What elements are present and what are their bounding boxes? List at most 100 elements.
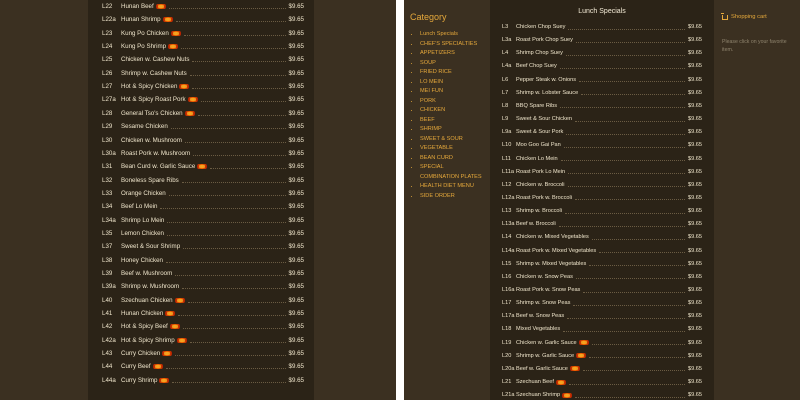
item-price: $9.65 xyxy=(688,352,702,359)
menu-item-row[interactable]: L41 Hunan Chicken $9.65 xyxy=(102,307,304,320)
item-name: Boneless Spare Ribs xyxy=(121,176,179,184)
menu-item-row[interactable]: L3 Chicken Chop Suey $9.65 xyxy=(502,21,702,34)
menu-item-row[interactable]: L39a Shrimp w. Mushroom $9.65 xyxy=(102,280,304,293)
item-price: $9.65 xyxy=(688,234,702,241)
menu-item-row[interactable]: L11 Chicken Lo Mein $9.65 xyxy=(502,152,702,165)
hot-spicy-icon xyxy=(165,311,176,317)
menu-item-row[interactable]: L27 Hot & Spicy Chicken $9.65 xyxy=(102,80,304,93)
category-link[interactable]: SOUP xyxy=(420,59,484,69)
menu-item-row[interactable]: L35 Lemon Chicken $9.65 xyxy=(102,227,304,240)
menu-item-row[interactable]: L30a Roast Pork w. Mushroom $9.65 xyxy=(102,147,304,160)
menu-item-row[interactable]: L38 Honey Chicken $9.65 xyxy=(102,254,304,267)
menu-item-row[interactable]: L12a Roast Pork w. Broccoli $9.65 xyxy=(502,191,702,204)
menu-item-row[interactable]: L6 Pepper Steak w. Onions $9.65 xyxy=(502,73,702,86)
menu-item-row[interactable]: L9a Sweet & Sour Pork $9.65 xyxy=(502,126,702,139)
category-link[interactable]: SIDE ORDER xyxy=(420,192,484,202)
menu-item-row[interactable]: L23 Kung Po Chicken $9.65 xyxy=(102,27,304,40)
menu-item-row[interactable]: L21 Szechuan Beef $9.65 xyxy=(502,376,702,389)
category-link[interactable]: LO MEIN xyxy=(420,78,484,88)
menu-item-row[interactable]: L10 Moo Goo Gai Pan $9.65 xyxy=(502,139,702,152)
item-name: Hunan Beef xyxy=(121,3,154,10)
category-link[interactable]: MEI FUN xyxy=(420,87,484,97)
menu-item-row[interactable]: L13 Shrimp w. Broccoli $9.65 xyxy=(502,205,702,218)
menu-item-row[interactable]: L21a Szechuan Shrimp $9.65 xyxy=(502,389,702,400)
category-link-label: FRIED RICE xyxy=(420,69,452,75)
menu-item-row[interactable]: L15 Shrimp w. Mixed Vegetables $9.65 xyxy=(502,257,702,270)
menu-item-row[interactable]: L8 BBQ Spare Ribs $9.65 xyxy=(502,99,702,112)
item-name: Roast Pork Chop Suey xyxy=(516,37,573,44)
menu-item-row[interactable]: L3a Roast Pork Chop Suey $9.65 xyxy=(502,34,702,47)
menu-item-row[interactable]: L14 Chicken w. Mixed Vegetables $9.65 xyxy=(502,231,702,244)
menu-item-row[interactable]: L24 Kung Po Shrimp $9.65 xyxy=(102,40,304,53)
category-link[interactable]: CHEF'S SPECIALTIES xyxy=(420,40,484,50)
menu-item-row[interactable]: L31 Bean Curd w. Garlic Sauce $9.65 xyxy=(102,160,304,173)
menu-item-row[interactable]: L42 Hot & Spicy Beef $9.65 xyxy=(102,320,304,333)
category-link[interactable]: CHICKEN xyxy=(420,106,484,116)
menu-item-row[interactable]: L37 Sweet & Sour Shrimp $9.65 xyxy=(102,240,304,253)
menu-item-row[interactable]: L12 Chicken w. Broccoli $9.65 xyxy=(502,178,702,191)
item-price: $9.65 xyxy=(688,365,702,372)
category-link[interactable]: HEALTH DIET MENU xyxy=(420,182,484,192)
menu-item-row[interactable]: L22 Hunan Beef $9.65 xyxy=(102,0,304,13)
menu-item-row[interactable]: L13a Beef w. Broccoli $9.65 xyxy=(502,218,702,231)
menu-item-row[interactable]: L4a Beef Chop Suey $9.65 xyxy=(502,60,702,73)
menu-item-row[interactable]: L33 Orange Chicken $9.65 xyxy=(102,187,304,200)
item-price: $9.65 xyxy=(688,300,702,307)
category-link[interactable]: SWEET & SOUR xyxy=(420,135,484,145)
menu-item-row[interactable]: L22a Hunan Shrimp $9.65 xyxy=(102,13,304,26)
menu-item-row[interactable]: L30 Chicken w. Mushroom $9.65 xyxy=(102,134,304,147)
menu-item-row[interactable]: L11a Roast Pork Lo Mein $9.65 xyxy=(502,165,702,178)
menu-item-row[interactable]: L7 Shrimp w. Lobster Sauce $9.65 xyxy=(502,86,702,99)
category-link[interactable]: FRIED RICE xyxy=(420,68,484,78)
menu-item-row[interactable]: L44 Curry Beef $9.65 xyxy=(102,360,304,373)
category-link[interactable]: BEEF xyxy=(420,116,484,126)
menu-item-row[interactable]: L34a Shrimp Lo Mein $9.65 xyxy=(102,214,304,227)
menu-item-row[interactable]: L19 Chicken w. Garlic Sauce $9.65 xyxy=(502,336,702,349)
menu-item-row[interactable]: L27a Hot & Spicy Roast Pork $9.65 xyxy=(102,93,304,106)
dotted-leader xyxy=(178,315,286,317)
category-link[interactable]: APPETIZERS xyxy=(420,49,484,59)
menu-item-row[interactable]: L4 Shrimp Chop Suey $9.65 xyxy=(502,47,702,60)
category-link[interactable]: PORK xyxy=(420,97,484,107)
menu-item-row[interactable]: L25 Chicken w. Cashew Nuts $9.65 xyxy=(102,53,304,66)
menu-item-row[interactable]: L18 Mixed Vegetables $9.65 xyxy=(502,323,702,336)
dotted-leader xyxy=(175,355,286,357)
item-name: Chicken w. Broccoli xyxy=(516,181,565,188)
menu-item-row[interactable]: L20a Beef w. Garlic Sauce $9.65 xyxy=(502,362,702,375)
menu-item-row[interactable]: L20 Shrimp w. Garlic Sauce $9.65 xyxy=(502,349,702,362)
menu-item-row[interactable]: L39 Beef w. Mushroom $9.65 xyxy=(102,267,304,280)
menu-item-row[interactable]: L14a Roast Pork w. Mixed Vegetables $9.65 xyxy=(502,244,702,257)
item-name: Moo Goo Gai Pan xyxy=(516,142,561,149)
menu-item-row[interactable]: L42a Hot & Spicy Shrimp $9.65 xyxy=(102,334,304,347)
menu-item-row[interactable]: L29 Sesame Chicken $9.65 xyxy=(102,120,304,133)
item-name: Beef Lo Mein xyxy=(121,203,158,211)
item-code: L3a xyxy=(502,37,512,44)
item-code: L38 xyxy=(102,256,113,264)
menu-item-row[interactable]: L16a Roast Pork w. Snow Peas $9.65 xyxy=(502,284,702,297)
menu-item-row[interactable]: L17a Beef w. Snow Peas $9.65 xyxy=(502,310,702,323)
menu-item-row[interactable]: L16 Chicken w. Snow Peas $9.65 xyxy=(502,270,702,283)
category-link[interactable]: SHRIMP xyxy=(420,125,484,135)
cart-header[interactable]: Shopping cart xyxy=(721,12,792,20)
category-link[interactable]: Lunch Specials xyxy=(420,30,484,40)
menu-item-row[interactable]: L32 Boneless Spare Ribs $9.65 xyxy=(102,174,304,187)
item-code: L15 xyxy=(502,260,512,267)
menu-item-row[interactable]: L43 Curry Chicken $9.65 xyxy=(102,347,304,360)
menu-item-row[interactable]: L44a Curry Shrimp $9.65 xyxy=(102,374,304,387)
category-title: Category xyxy=(410,12,447,22)
menu-item-row[interactable]: L9 Sweet & Sour Chicken $9.65 xyxy=(502,113,702,126)
menu-item-row[interactable]: L40 Szechuan Chicken $9.65 xyxy=(102,294,304,307)
dotted-leader xyxy=(160,208,286,210)
category-link[interactable]: SPECIAL COMBINATION PLATES xyxy=(420,163,484,182)
item-price: $9.65 xyxy=(288,270,304,277)
menu-item-row[interactable]: L26 Shrimp w. Cashew Nuts $9.65 xyxy=(102,67,304,80)
category-link[interactable]: BEAN CURD xyxy=(420,154,484,164)
menu-item-row[interactable]: L34 Beef Lo Mein $9.65 xyxy=(102,200,304,213)
item-code: L10 xyxy=(502,142,512,149)
menu-item-row[interactable]: L17 Shrimp w. Snow Peas $9.65 xyxy=(502,297,702,310)
menu-list-left: L22 Hunan Beef $9.65 L22a Hunan Shrimp $9.65 L… xyxy=(88,0,314,400)
menu-item-row[interactable]: L28 General Tso's Chicken $9.65 xyxy=(102,107,304,120)
category-link[interactable]: VEGETABLE xyxy=(420,144,484,154)
item-name: Roast Pork w. Mixed Vegetables xyxy=(516,247,597,254)
item-name: Roast Pork w. Mushroom xyxy=(121,149,191,157)
